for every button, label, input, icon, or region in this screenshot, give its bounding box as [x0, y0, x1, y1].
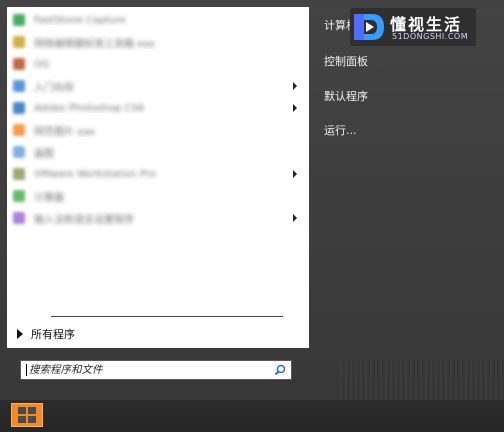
program-app-icon: [13, 58, 25, 70]
watermark-url: 51DONGSHI.COM: [392, 32, 469, 41]
program-item[interactable]: VMware Workstation Pro: [7, 163, 309, 185]
program-label: 入门向导: [34, 82, 74, 94]
program-label: 输入法和语言设置程序: [34, 214, 134, 226]
windows-logo-icon: [18, 407, 36, 423]
program-label: 计算器: [34, 192, 64, 204]
program-app-icon: [13, 36, 25, 48]
program-app-icon: [13, 212, 25, 224]
all-programs-label: 所有程序: [31, 328, 75, 341]
submenu-arrow-icon[interactable]: [293, 214, 297, 222]
submenu-arrow-icon[interactable]: [293, 104, 297, 112]
program-app-icon: [13, 168, 25, 180]
program-label: 网页图片 exe: [34, 126, 95, 138]
watermark: 懂视生活 51DONGSHI.COM: [350, 8, 476, 46]
search-input[interactable]: [23, 362, 269, 378]
program-label: GG: [34, 58, 50, 70]
right-item-run[interactable]: 运行...: [324, 122, 357, 138]
program-label: VMware Workstation Pro: [34, 168, 156, 180]
background-texture: [340, 360, 504, 400]
program-list: FastStone Capture 网络编辑器标准工具箱 exe GG 入门向导 Ado…: [7, 9, 309, 229]
program-item[interactable]: 输入法和语言设置程序: [7, 207, 309, 229]
right-item-default-programs[interactable]: 默认程序: [324, 88, 368, 104]
right-item-control-panel[interactable]: 控制面板: [324, 53, 368, 69]
program-item[interactable]: FastStone Capture: [7, 9, 309, 31]
program-item[interactable]: 网页图片 exe: [7, 119, 309, 141]
program-pane: FastStone Capture 网络编辑器标准工具箱 exe GG 入门向导 Ado…: [7, 7, 309, 348]
program-label: FastStone Capture: [34, 14, 126, 26]
program-app-icon: [13, 146, 25, 158]
submenu-arrow-icon[interactable]: [293, 170, 297, 178]
program-item[interactable]: GG: [7, 53, 309, 75]
taskbar: [0, 400, 504, 432]
program-app-icon: [13, 102, 25, 114]
start-button[interactable]: [11, 403, 43, 427]
program-label: Adobe Photoshop CS6: [34, 102, 145, 114]
program-item[interactable]: 计算器: [7, 185, 309, 207]
program-item[interactable]: 画图: [7, 141, 309, 163]
program-item[interactable]: 网络编辑器标准工具箱 exe: [7, 31, 309, 53]
search-icon[interactable]: [274, 364, 286, 376]
search-box[interactable]: [20, 360, 292, 380]
separator: [51, 316, 283, 317]
program-app-icon: [13, 80, 25, 92]
program-label: 网络编辑器标准工具箱 exe: [34, 38, 155, 50]
all-programs-button[interactable]: 所有程序: [17, 325, 75, 343]
program-item[interactable]: 入门向导: [7, 75, 309, 97]
watermark-logo-icon: [354, 14, 384, 40]
program-app-icon: [13, 190, 25, 202]
text-cursor: [26, 364, 27, 376]
program-item[interactable]: Adobe Photoshop CS6: [7, 97, 309, 119]
program-app-icon: [13, 124, 25, 136]
program-app-icon: [13, 14, 25, 26]
expand-arrow-icon: [17, 329, 23, 339]
submenu-arrow-icon[interactable]: [293, 82, 297, 90]
program-label: 画图: [34, 148, 54, 160]
